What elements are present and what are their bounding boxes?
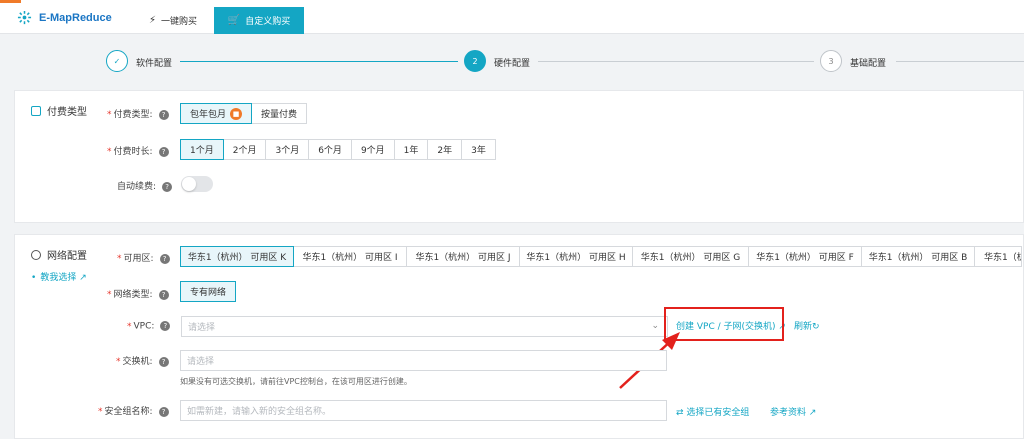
toggle-knob	[182, 177, 196, 191]
duration-label: * 付费时长:?	[107, 144, 169, 157]
duration-option[interactable]: 2个月	[222, 139, 267, 160]
emr-logo-icon	[17, 10, 32, 25]
refresh-link-text: 刷新	[794, 322, 813, 332]
zone-option[interactable]: 华东1（杭州） 可用区 I	[293, 246, 407, 267]
step-2-label: 硬件配置	[494, 59, 531, 69]
zone-option[interactable]: 华东1（杭州） 可用区 B	[861, 246, 975, 267]
step-1-label: 软件配置	[136, 59, 173, 69]
switch-label: * 交换机:?	[116, 354, 169, 367]
auto-renew-toggle[interactable]	[181, 176, 213, 192]
duration-group: 1个月 2个月 3个月 6个月 9个月 1年 2年 3年	[180, 139, 496, 160]
help-icon[interactable]: ?	[158, 146, 169, 157]
security-group-input[interactable]: 如需新建，请输入新的安全组名称。	[180, 400, 667, 421]
net-type-label: * 网络类型:?	[107, 287, 169, 300]
billing-icon	[31, 105, 41, 116]
console-accent-mark	[0, 0, 21, 3]
security-group-label-text: 安全组名称:	[104, 407, 153, 417]
help-icon[interactable]: ?	[160, 321, 171, 331]
duration-option[interactable]: 3年	[461, 139, 496, 160]
step-line-1	[180, 61, 458, 62]
duration-option[interactable]: 1个月	[180, 139, 224, 160]
swap-icon: ⇄	[676, 408, 684, 418]
pay-type-label: * 付费类型:?	[107, 107, 169, 120]
brand[interactable]: E-MapReduce	[17, 10, 112, 25]
zone-option[interactable]: 华东1（杭州） 可用区 G	[632, 246, 749, 267]
duration-option[interactable]: 3个月	[265, 139, 310, 160]
pay-option-subscription[interactable]: 包年包月 ■	[180, 103, 253, 124]
zone-label: * 可用区:?	[117, 251, 170, 264]
cart-icon: 🛒	[227, 15, 241, 26]
billing-title: 付费类型	[31, 103, 87, 118]
pay-type-label-text: 付费类型:	[113, 110, 153, 120]
reference-link-text: 参考资料	[770, 408, 807, 418]
net-type-group: 专有网络	[180, 281, 237, 302]
help-icon[interactable]: ?	[162, 181, 173, 192]
step-3-number: 3	[820, 50, 842, 72]
select-existing-security-group-link[interactable]: ⇄ 选择已有安全组	[676, 405, 749, 418]
pay-type-group: 包年包月 ■ 按量付费	[180, 103, 308, 124]
vpc-select-placeholder: 请选择	[188, 323, 216, 333]
switch-label-text: 交换机:	[122, 357, 153, 367]
auto-renew-label-text: 自动续费:	[117, 182, 157, 192]
switch-select[interactable]: 请选择	[180, 350, 667, 371]
help-icon[interactable]: ?	[158, 406, 169, 417]
step-line-3	[896, 61, 1024, 62]
tab-quick-buy[interactable]: ⚡ 一键购买	[138, 7, 208, 34]
globe-icon	[31, 249, 41, 260]
step-1-check-icon: ✓	[106, 50, 128, 72]
discount-badge-icon: ■	[230, 107, 243, 120]
zone-option[interactable]: 华东1（杭州） 可用区 F	[748, 246, 862, 267]
zone-label-text: 可用区:	[123, 254, 154, 264]
net-type-label-text: 网络类型:	[113, 290, 153, 300]
zone-option[interactable]: 华东1（杭州） 可用区 H	[519, 246, 633, 267]
vpc-select[interactable]: 请选择 ⌄	[181, 316, 668, 337]
net-type-vpc-option[interactable]: 专有网络	[180, 281, 237, 302]
duration-option[interactable]: 9个月	[350, 139, 395, 160]
security-group-placeholder: 如需新建，请输入新的安全组名称。	[187, 407, 332, 417]
help-icon[interactable]: ?	[159, 253, 170, 264]
help-icon[interactable]: ?	[158, 109, 169, 120]
duration-option[interactable]: 6个月	[308, 139, 352, 160]
zone-option[interactable]: 华东1（杭	[974, 246, 1022, 267]
help-me-choose-link[interactable]: • 教我选择 ↗	[31, 270, 87, 283]
pay-option-payg[interactable]: 按量付费	[251, 103, 308, 124]
billing-card: 付费类型 * 付费类型:? 包年包月 ■ 按量付费 * 付费时长:? 1个月 2个月 …	[14, 90, 1024, 223]
top-bar: E-MapReduce ⚡ 一键购买 🛒 自定义购买	[0, 0, 1024, 34]
stepper: ✓ 软件配置 2 硬件配置 3 基础配置	[0, 44, 1024, 80]
zone-option[interactable]: 华东1（杭州） 可用区 K	[180, 246, 294, 267]
pay-option-subscription-label: 包年包月	[190, 110, 227, 120]
help-icon[interactable]: ?	[158, 356, 169, 367]
zone-group: 华东1（杭州） 可用区 K 华东1（杭州） 可用区 I 华东1（杭州） 可用区 …	[180, 246, 1022, 267]
tab-quick-buy-label: 一键购买	[161, 17, 198, 27]
step-3-label: 基础配置	[850, 59, 887, 69]
zone-option[interactable]: 华东1（杭州） 可用区 J	[406, 246, 520, 267]
step-line-2	[538, 61, 814, 62]
reference-link[interactable]: 参考资料 ↗	[770, 405, 816, 418]
external-link-icon: ↗	[79, 273, 87, 283]
duration-option[interactable]: 2年	[427, 139, 463, 160]
vpc-label-text: VPC:	[133, 321, 155, 332]
brand-name: E-MapReduce	[39, 11, 112, 24]
switch-select-placeholder: 请选择	[187, 357, 215, 367]
refresh-icon: ↻	[812, 322, 820, 332]
tab-custom-buy-label: 自定义购买	[245, 17, 291, 27]
auto-renew-label: 自动续费:?	[117, 179, 173, 192]
bolt-icon: ⚡	[149, 15, 157, 26]
tab-custom-buy[interactable]: 🛒 自定义购买	[214, 7, 304, 34]
network-title-text: 网络配置	[47, 251, 87, 262]
vpc-label: * VPC:?	[127, 321, 171, 332]
select-sg-link-text: 选择已有安全组	[686, 408, 750, 418]
refresh-link[interactable]: 刷新↻	[794, 319, 820, 332]
external-link-icon: ↗	[808, 408, 817, 418]
network-title: 网络配置	[31, 247, 87, 262]
help-icon[interactable]: ?	[158, 289, 169, 300]
switch-hint: 如果没有可选交换机，请前往VPC控制台，在该可用区进行创建。	[180, 377, 412, 386]
billing-title-text: 付费类型	[47, 107, 87, 118]
duration-option[interactable]: 1年	[393, 139, 429, 160]
security-group-label: * 安全组名称:?	[98, 404, 169, 417]
step-2-number: 2	[464, 50, 486, 72]
help-me-choose-text: 教我选择	[40, 273, 77, 283]
duration-label-text: 付费时长:	[113, 147, 153, 157]
